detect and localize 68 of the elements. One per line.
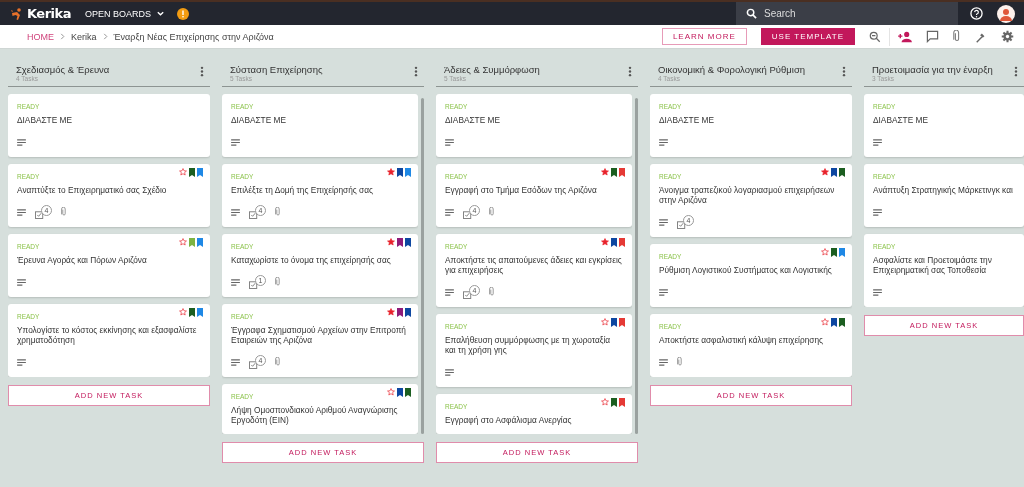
star-outline-icon[interactable]: [821, 248, 829, 257]
task-title: Αποκτήστε ασφαλιστική κάλυψη επιχείρησης: [659, 335, 824, 346]
task-title: Επαλήθευση συμμόρφωσης με τη χωροταξία και τη χρήση γης: [445, 335, 612, 356]
task-title: Έρευνα Αγοράς και Πόρων Αριζόνα: [17, 255, 148, 266]
search-field[interactable]: Search: [736, 2, 958, 25]
breadcrumb-item[interactable]: Kerika: [71, 31, 97, 42]
task-title: ΔΙΑΒΑΣΤΕ ΜΕ: [17, 116, 73, 126]
logo-icon: [10, 6, 24, 21]
star-icon[interactable]: [387, 308, 395, 317]
more-options-icon[interactable]: [1014, 66, 1018, 77]
chevron-down-icon: [155, 9, 165, 18]
task-title: Έγγραφα Σχηματισμού Αρχείων στην Επιτροπή Εταιρειών της Αριζόνα: [231, 325, 407, 346]
brand-name[interactable]: Kerika: [27, 6, 71, 21]
task-title: Λήψη Ομοσπονδιακού Αριθμού Αναγνώρισης Εργοδότη (EIN): [231, 405, 399, 426]
breadcrumb-separator-icon: [59, 33, 66, 40]
more-options-icon[interactable]: [842, 66, 846, 77]
task-title: Άνοιγμα τραπεζικού λογαριασμού επιχειρήσεων στην Αριζόνα: [659, 185, 836, 206]
star-icon[interactable]: [821, 168, 829, 177]
open-boards-menu[interactable]: OPEN BOARDS: [84, 8, 165, 19]
star-outline-icon[interactable]: [179, 308, 187, 317]
settings-icon[interactable]: [1001, 30, 1014, 43]
star-outline-icon[interactable]: [179, 238, 187, 247]
breadcrumb-separator-icon: [101, 33, 109, 40]
more-options-icon[interactable]: [414, 66, 418, 77]
task-title: Εγγραφή στο Ασφάλισμα Ανεργίας: [445, 415, 573, 426]
task-title: Καταχωρίστε το όνομα της επιχείρησής σας: [231, 255, 392, 266]
star-icon[interactable]: [601, 238, 609, 247]
task-title: Εγγραφή στο Τμήμα Εσόδων της Αριζόνα: [445, 185, 598, 196]
alert-icon[interactable]: [176, 7, 189, 20]
star-outline-icon[interactable]: [179, 168, 187, 177]
more-options-icon[interactable]: [200, 66, 204, 77]
use-template-button[interactable]: USE TEMPLATE: [760, 28, 855, 45]
column-title: Οικονομική & Φορολογική Ρύθμιση: [658, 64, 806, 75]
star-outline-icon[interactable]: [387, 388, 395, 397]
column-title: Σύσταση Επιχείρησης: [230, 64, 323, 75]
column-title: Προετοιμασία για την έναρξη: [872, 64, 993, 75]
search-icon: [746, 8, 757, 19]
task-title: ΔΙΑΒΑΣΤΕ ΜΕ: [659, 116, 715, 126]
task-title: Ρύθμιση Λογιστικού Συστήματος και Λογιστικής: [659, 265, 833, 276]
breadcrumb-link[interactable]: HOME: [27, 31, 54, 42]
task-title: ΔΙΑΒΑΣΤΕ ΜΕ: [445, 116, 501, 126]
task-title: Ανάπτυξη Στρατηγικής Μάρκετινγκ και: [873, 185, 1014, 196]
attachment-icon[interactable]: [953, 30, 961, 43]
add-person-icon[interactable]: [898, 30, 912, 43]
task-title: Επιλέξτε τη Δομή της Επιχείρησής σας: [231, 185, 375, 196]
task-title: Ασφαλίστε και Προετοιμάστε την Επιχειρηματική σας Τοποθεσία: [873, 255, 993, 276]
star-icon[interactable]: [387, 238, 395, 247]
task-title: Υπολογίστε το κόστος εκκίνησης και εξασφαλίστε χρηματοδότηση: [17, 325, 198, 346]
zoom-out-icon[interactable]: [869, 30, 881, 43]
avatar[interactable]: [997, 4, 1015, 23]
star-outline-icon[interactable]: [821, 318, 829, 327]
task-title: ΔΙΑΒΑΣΤΕ ΜΕ: [231, 116, 287, 126]
star-icon[interactable]: [387, 168, 395, 177]
more-options-icon[interactable]: [628, 66, 632, 77]
column-title: Σχεδιασμός & Έρευνα: [16, 64, 110, 75]
breadcrumb-item[interactable]: Έναρξη Νέας Επιχείρησης στην Αριζόνα: [113, 31, 274, 42]
chat-icon[interactable]: [926, 30, 939, 43]
task-title: ΔΙΑΒΑΣΤΕ ΜΕ: [873, 116, 929, 126]
star-outline-icon[interactable]: [601, 318, 609, 327]
learn-more-button[interactable]: LEARN MORE: [661, 28, 747, 45]
scrollbar[interactable]: [421, 98, 424, 434]
scrollbar[interactable]: [635, 98, 638, 434]
star-outline-icon[interactable]: [601, 398, 609, 407]
task-title: Αποκτήστε τις απαιτούμενες άδειες και εγκρίσεις για επιχειρήσεις: [445, 255, 623, 276]
star-icon[interactable]: [601, 168, 609, 177]
task-title: Αναπτύξτε το Επιχειρηματικό σας Σχέδιο: [17, 185, 168, 196]
column-title: Άδειες & Συμμόρφωση: [444, 64, 540, 75]
help-icon[interactable]: [970, 7, 983, 20]
